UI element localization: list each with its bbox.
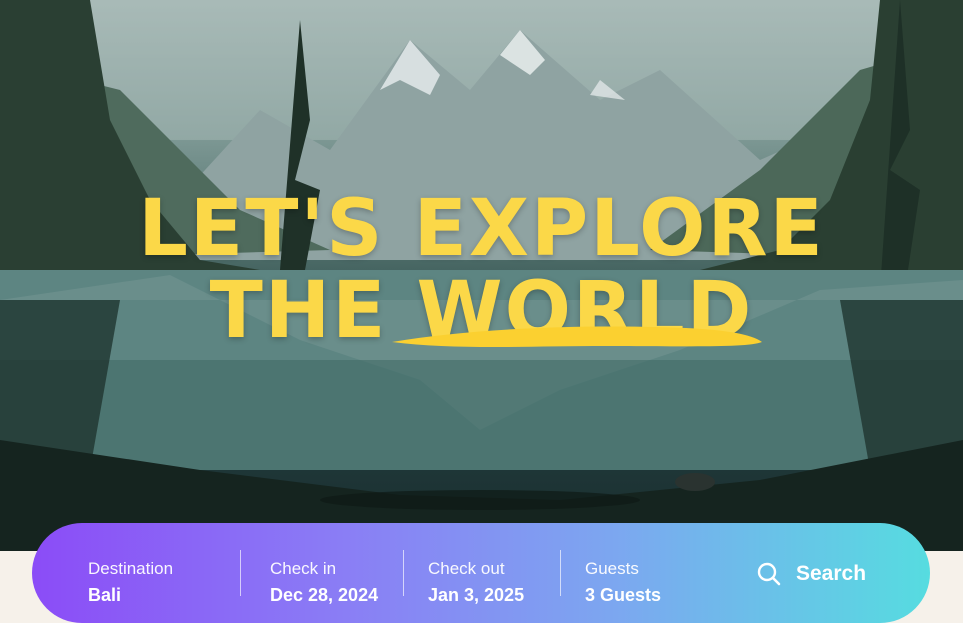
headline-line-1: LET'S EXPLORE: [138, 184, 825, 274]
check-in-field[interactable]: Check in Dec 28, 2024: [270, 559, 378, 606]
destination-label: Destination: [88, 559, 174, 578]
search-button[interactable]: Search: [756, 555, 876, 593]
check-out-value[interactable]: Jan 3, 2025: [428, 584, 524, 606]
guests-label: Guests: [585, 559, 639, 578]
check-out-label: Check out: [428, 559, 505, 578]
guests-value[interactable]: 3 Guests: [585, 584, 661, 606]
search-bar: Destination Bali Check in Dec 28, 2024 C…: [32, 523, 930, 623]
check-in-label: Check in: [270, 559, 337, 578]
brush-underline: [392, 326, 762, 347]
check-out-field[interactable]: Check out Jan 3, 2025: [428, 559, 524, 606]
search-button-label: Search: [796, 562, 867, 585]
divider: [240, 550, 241, 596]
hero-banner: LET'S EXPLORE THE WORLD: [0, 0, 963, 551]
check-in-value[interactable]: Dec 28, 2024: [270, 584, 378, 606]
divider: [560, 550, 561, 596]
search-icon: [757, 562, 781, 586]
destination-value[interactable]: Bali: [88, 584, 173, 606]
divider: [403, 550, 404, 596]
guests-field[interactable]: Guests 3 Guests: [585, 559, 661, 606]
destination-field[interactable]: Destination Bali: [88, 559, 173, 606]
